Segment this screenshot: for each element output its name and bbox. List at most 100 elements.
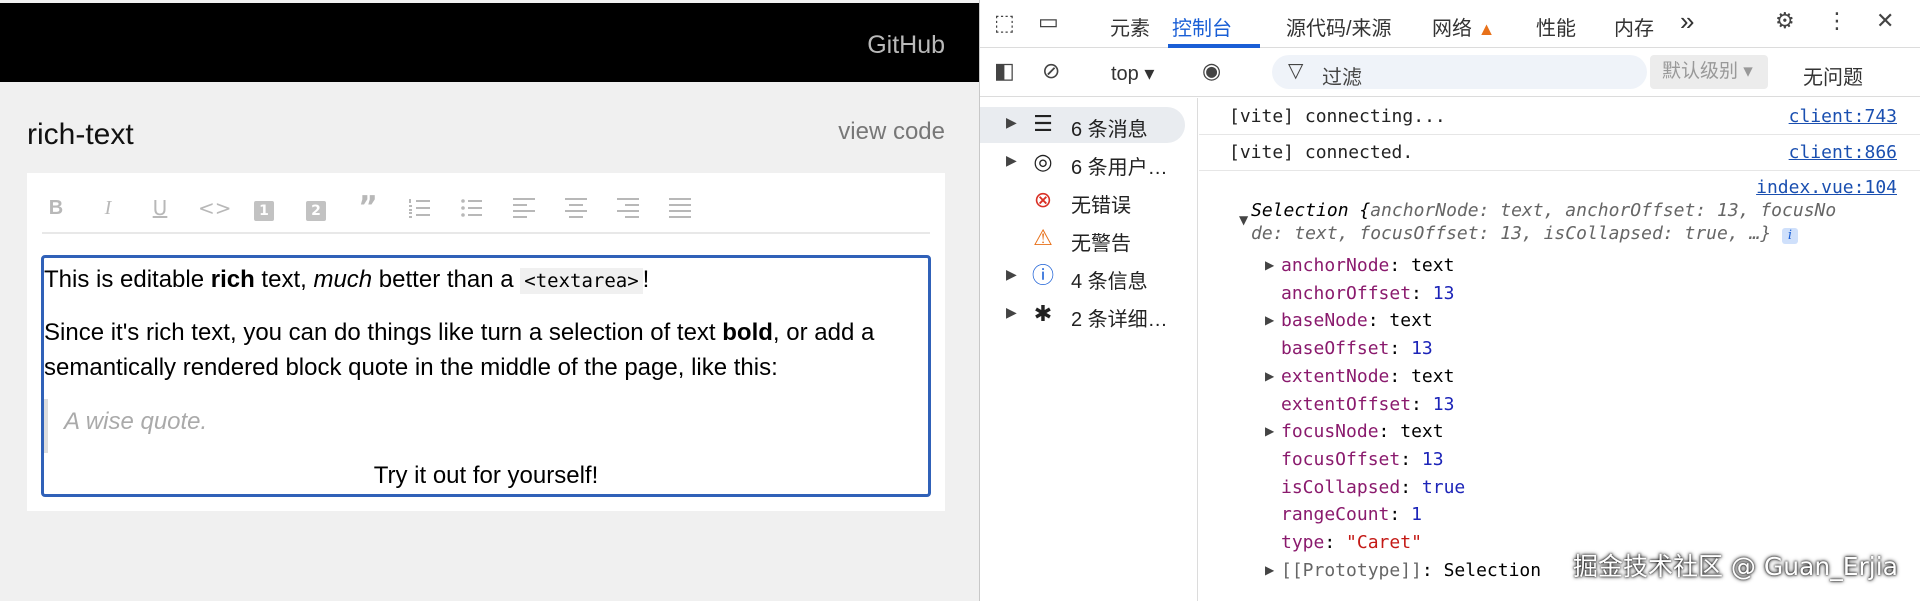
- object-property-row[interactable]: ▶ focusNode: text: [1265, 421, 1444, 443]
- devtools-tab-bar: ⬚ ▭ 元素 控制台 源代码/来源 网络 ▲ 性能 内存 » ⚙ ⋮ ✕: [980, 0, 1920, 48]
- more-menu-icon[interactable]: ⋮: [1826, 9, 1848, 34]
- sidebar-item-label: 4 条信息: [1071, 271, 1148, 293]
- expand-arrow-icon: ▶: [1006, 153, 1017, 169]
- console-filter-bar: ◧ ⊘ top ▾ ◉ ▽ 过滤 默认级别 ▾ 无问题: [980, 49, 1920, 97]
- log-level-select[interactable]: 默认级别 ▾: [1650, 55, 1768, 89]
- sidebar-item-warnings[interactable]: ⚠ 无警告: [980, 221, 1185, 257]
- bold-button[interactable]: B: [42, 194, 70, 222]
- editor-paragraph-2: Since it's rich text, you can do things …: [44, 315, 924, 385]
- property-value: 13: [1432, 282, 1455, 304]
- align-right-icon: [617, 198, 639, 218]
- property-separator: :: [1421, 559, 1444, 581]
- property-value: text: [1411, 255, 1455, 276]
- tab-performance[interactable]: 性能: [1536, 12, 1576, 41]
- context-select[interactable]: top ▾: [1111, 61, 1154, 86]
- property-key: baseNode: [1281, 310, 1368, 332]
- numbered-list-icon: [409, 199, 430, 218]
- tab-sources[interactable]: 源代码/来源: [1286, 12, 1392, 41]
- more-tabs-icon[interactable]: »: [1680, 6, 1694, 37]
- inspect-element-icon[interactable]: ⬚: [994, 11, 1015, 36]
- watermark: 掘金技术社区 @ Guan_Erjia: [1572, 552, 1898, 581]
- property-key: extentNode: [1281, 365, 1390, 387]
- expand-arrow-icon[interactable]: ▶: [1265, 563, 1274, 577]
- console-output: [vite] connecting... client:743 [vite] c…: [1199, 98, 1920, 601]
- collapse-arrow-icon[interactable]: ▼: [1239, 213, 1248, 227]
- eye-icon[interactable]: ◉: [1202, 59, 1221, 84]
- property-separator: :: [1324, 532, 1347, 553]
- heading-one-button[interactable]: 1: [250, 194, 278, 222]
- object-preview: de: text, focusOffset: 13, isCollapsed: …: [1251, 223, 1772, 244]
- text-run: better than a: [372, 266, 521, 293]
- bold-text: rich: [210, 266, 255, 293]
- tab-network[interactable]: 网络 ▲: [1432, 12, 1495, 41]
- object-property-row: rangeCount: 1: [1281, 504, 1422, 525]
- block-quote-button[interactable]: ”: [354, 193, 382, 223]
- issues-counter[interactable]: 无问题: [1803, 61, 1863, 90]
- filter-input[interactable]: ▽ 过滤: [1272, 55, 1647, 89]
- justify-icon: [669, 198, 691, 218]
- object-summary-line-1[interactable]: Selection {anchorNode: text, anchorOffse…: [1251, 200, 1836, 221]
- expand-arrow-icon[interactable]: ▶: [1265, 424, 1274, 438]
- tab-console[interactable]: 控制台: [1172, 12, 1232, 41]
- text-run: !: [642, 266, 650, 293]
- info-icon[interactable]: i: [1782, 228, 1799, 244]
- object-property-row[interactable]: ▶ anchorNode: text: [1265, 255, 1455, 276]
- source-link[interactable]: client:743: [1789, 106, 1897, 127]
- editor-paragraph-1: This is editable rich text, much better …: [44, 262, 649, 299]
- property-separator: :: [1389, 338, 1412, 360]
- clear-console-icon[interactable]: ⊘: [1042, 59, 1060, 84]
- bulleted-list-icon: [461, 199, 482, 217]
- sidebar-item-info[interactable]: ▶ ⓘ 4 条信息: [980, 259, 1185, 295]
- numbered-list-button[interactable]: [406, 194, 434, 222]
- info-icon: ⓘ: [1031, 264, 1054, 289]
- property-key: anchorOffset: [1281, 282, 1412, 304]
- property-key: focusNode: [1281, 421, 1379, 443]
- property-value: 13: [1421, 448, 1444, 470]
- gear-icon[interactable]: ⚙: [1775, 9, 1795, 34]
- text-run: This is editable: [44, 266, 211, 293]
- align-left-button[interactable]: [510, 194, 538, 222]
- object-property-row[interactable]: ▶ [[Prototype]]: Selection: [1265, 559, 1542, 581]
- bold-text: bold: [722, 319, 773, 346]
- property-value: 13: [1432, 393, 1455, 415]
- object-property-row[interactable]: ▶ baseNode: text: [1265, 310, 1433, 332]
- property-separator: :: [1411, 282, 1433, 304]
- sidebar-item-verbose[interactable]: ▶ ✱ 2 条详细…: [980, 297, 1185, 333]
- justify-button[interactable]: [666, 194, 694, 222]
- sidebar-toggle-icon[interactable]: ◧: [994, 59, 1015, 84]
- sidebar-item-label: 2 条详细…: [1071, 309, 1168, 331]
- italic-text: much: [313, 266, 373, 293]
- source-link[interactable]: client:866: [1789, 142, 1897, 163]
- view-code-link[interactable]: view code: [838, 118, 945, 146]
- expand-arrow-icon[interactable]: ▶: [1265, 369, 1274, 383]
- property-separator: :: [1400, 476, 1422, 498]
- property-value: Selection: [1443, 559, 1542, 581]
- close-icon[interactable]: ✕: [1876, 9, 1894, 34]
- italic-button[interactable]: I: [94, 194, 122, 222]
- heading-two-button[interactable]: 2: [302, 194, 330, 222]
- code-button[interactable]: <>: [198, 194, 232, 222]
- expand-arrow-icon[interactable]: ▶: [1265, 313, 1274, 327]
- tab-elements[interactable]: 元素: [1110, 12, 1150, 41]
- source-link[interactable]: index.vue:104: [1756, 177, 1897, 198]
- underline-button[interactable]: U: [146, 194, 174, 222]
- property-separator: :: [1411, 393, 1433, 415]
- align-center-button[interactable]: [562, 194, 590, 222]
- tab-memory[interactable]: 内存: [1614, 12, 1654, 41]
- sidebar-item-errors[interactable]: ⊗ 无错误: [980, 183, 1185, 219]
- console-message-text: [vite] connecting...: [1229, 106, 1446, 127]
- rich-text-editor[interactable]: This is editable rich text, much better …: [41, 255, 931, 497]
- expand-arrow-icon[interactable]: ▶: [1265, 258, 1274, 272]
- sidebar-item-messages[interactable]: ▶ ☰ 6 条消息: [980, 107, 1185, 143]
- bulleted-list-button[interactable]: [458, 194, 486, 222]
- warning-icon: ▲: [1477, 19, 1496, 39]
- sidebar-item-user-messages[interactable]: ▶ ◎ 6 条用户…: [980, 145, 1185, 181]
- property-key: anchorNode: [1281, 255, 1390, 276]
- align-right-button[interactable]: [614, 194, 642, 222]
- inline-code: <textarea>: [520, 268, 643, 294]
- property-value: text: [1411, 365, 1455, 387]
- github-link[interactable]: GitHub: [867, 31, 945, 60]
- warning-icon: ⚠: [1033, 226, 1053, 251]
- object-property-row[interactable]: ▶ extentNode: text: [1265, 365, 1455, 387]
- device-toolbar-icon[interactable]: ▭: [1038, 10, 1059, 35]
